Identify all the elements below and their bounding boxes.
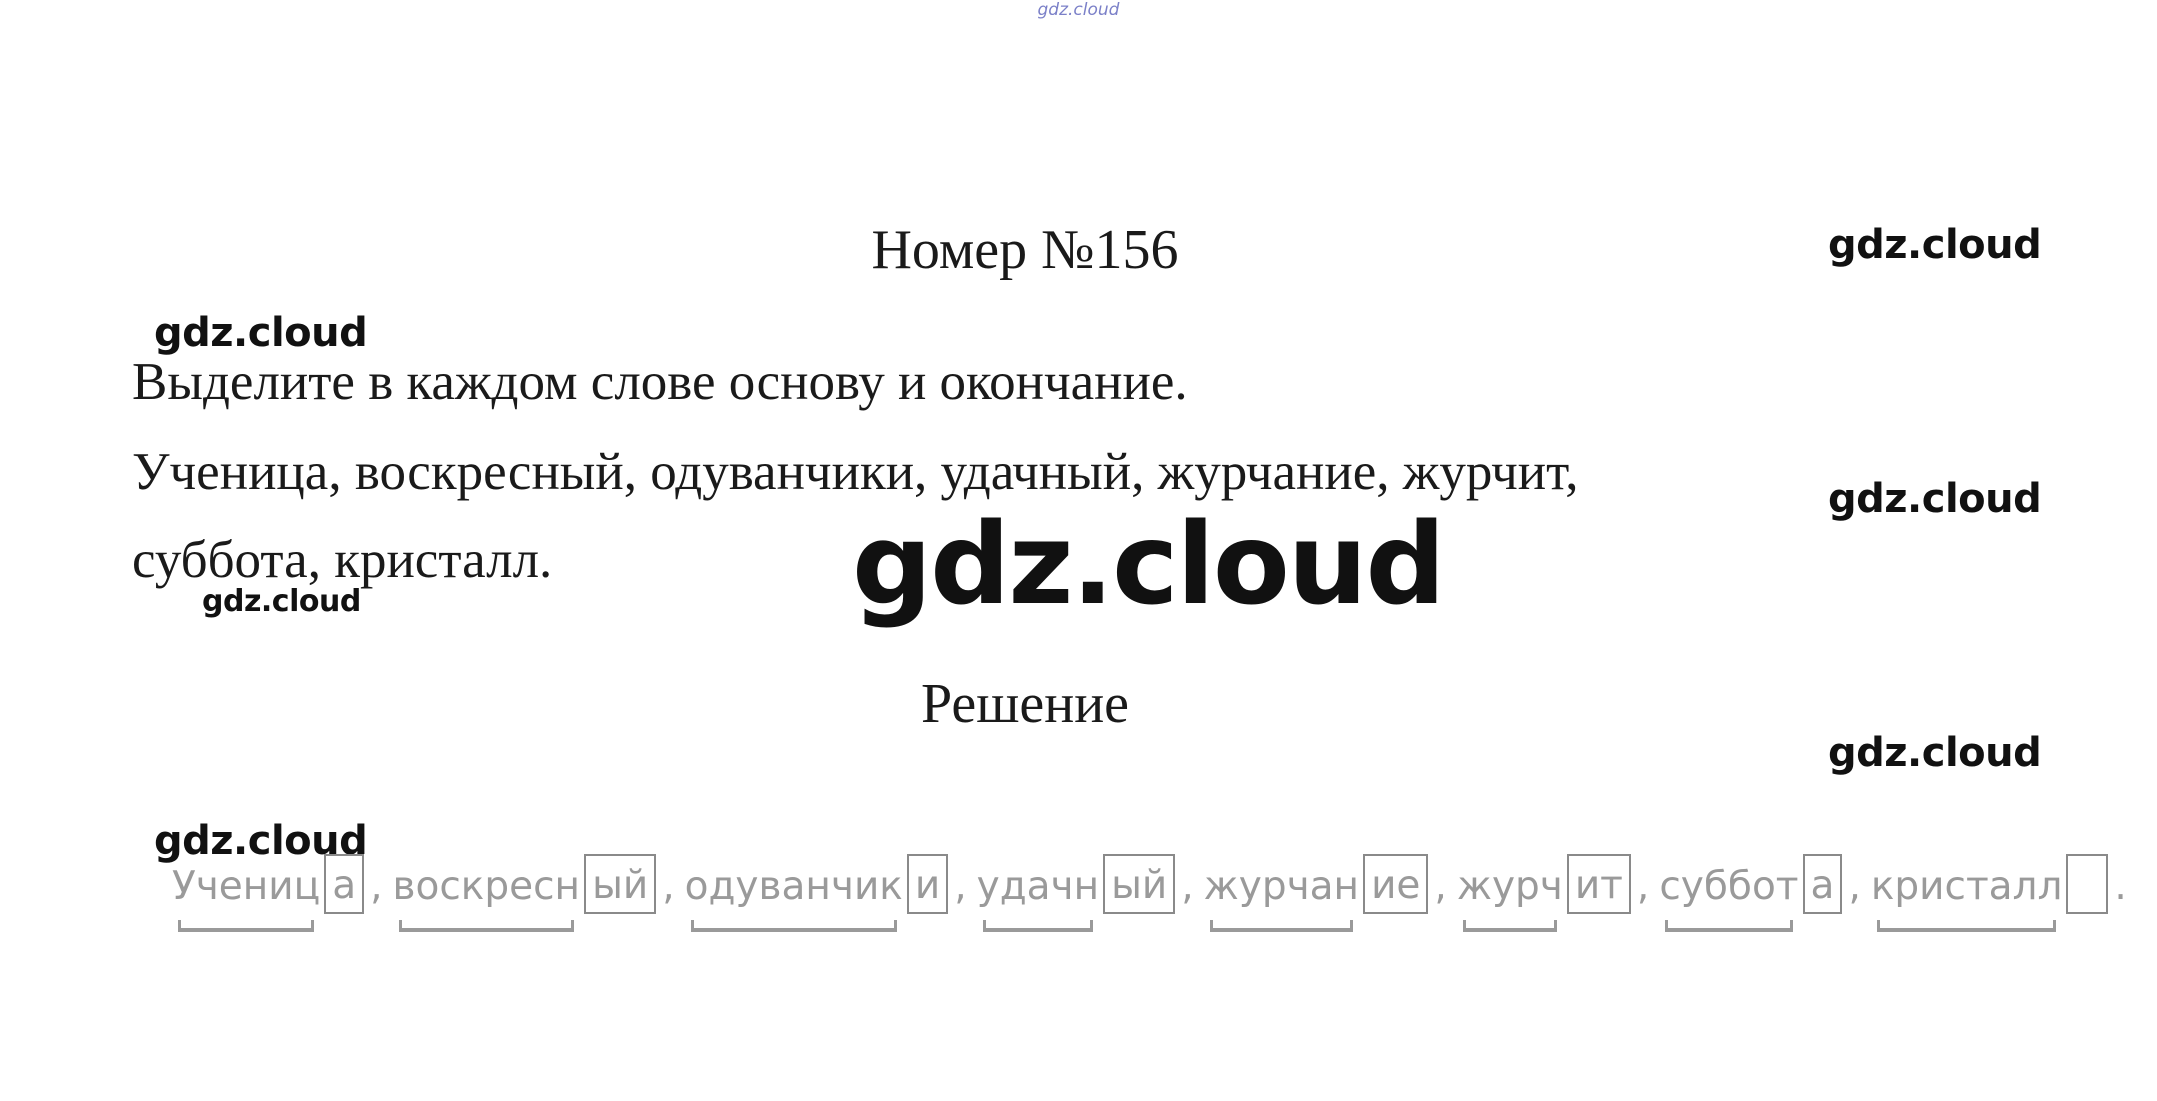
watermark-left-small: gdz.cloud (202, 584, 361, 619)
word-ending: ый (584, 854, 657, 914)
separator: , (1636, 864, 1650, 909)
solution-answer: Учениц а , воскресн ый , одуванчик и , у… (170, 854, 2135, 934)
word-ending: а (324, 854, 365, 914)
word-ending-empty (2066, 854, 2109, 914)
word-stem: журч (1455, 854, 1565, 932)
solution-word: удачн ый (975, 854, 1176, 932)
watermark-right-3: gdz.cloud (1828, 730, 2042, 776)
separator: , (1434, 864, 1447, 909)
word-stem: удачн (975, 854, 1101, 932)
watermark-left-1: gdz.cloud (154, 310, 368, 356)
separator: , (1181, 864, 1194, 909)
separator: . (2114, 864, 2127, 909)
separator: , (662, 864, 675, 909)
word-ending: ый (1103, 854, 1176, 914)
solution-word: суббот а (1657, 854, 1843, 932)
word-stem: журчан (1202, 854, 1361, 932)
solution-word: журчан ие (1202, 854, 1429, 932)
solution-word: воскресн ый (391, 854, 657, 932)
watermark-right-2: gdz.cloud (1828, 476, 2042, 522)
word-ending: ит (1566, 854, 1631, 914)
watermark-top: gdz.cloud (1037, 0, 1120, 20)
separator: , (370, 864, 383, 909)
solution-word: Учениц а (170, 854, 365, 932)
task-title: Номер №156 (871, 219, 1179, 281)
word-ending: ие (1363, 854, 1429, 914)
task-words-line-1: Ученица, воскресный, одуванчики, удачный… (132, 443, 1579, 501)
task-instruction: Выделите в каждом слове основу и окончан… (132, 353, 1188, 411)
word-ending: а (1802, 854, 1843, 914)
separator: , (954, 864, 967, 909)
solution-word: одуванчик и (683, 854, 949, 932)
watermark-center-big: gdz.cloud (852, 500, 1446, 630)
task-words-line-2: суббота, кристалл. (132, 531, 553, 589)
solution-title: Решение (920, 673, 1130, 735)
solution-word: журч ит (1455, 854, 1631, 932)
word-stem: Учениц (170, 854, 322, 932)
word-stem: кристалл (1869, 854, 2065, 932)
word-stem: воскресн (391, 854, 583, 932)
word-stem: суббот (1657, 854, 1800, 932)
word-stem: одуванчик (683, 854, 905, 932)
solution-word: кристалл (1869, 854, 2109, 932)
separator: , (1848, 864, 1861, 909)
word-ending: и (906, 854, 949, 914)
